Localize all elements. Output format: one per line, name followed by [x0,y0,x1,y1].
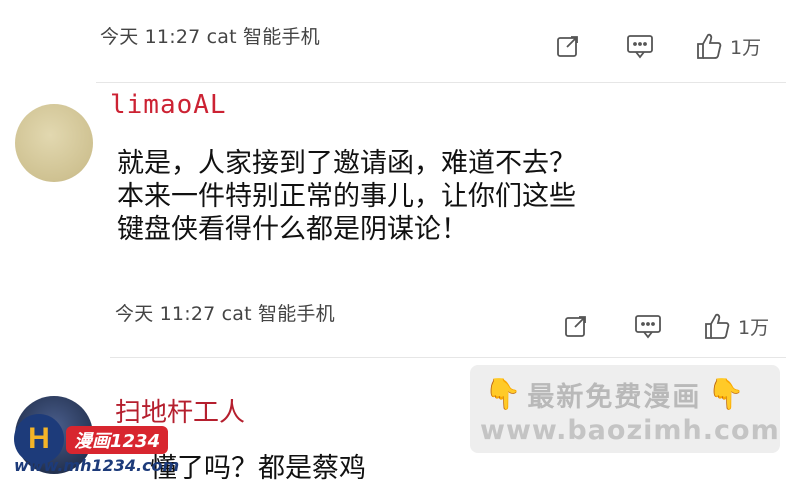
like-count: 1万 [730,36,762,59]
comment-2-meta: 今天 11:27 cat 智能手机 [115,303,335,325]
site-logo: H 漫画1234 www.mh1234.com [14,412,204,475]
comment-2-actions: 1万 [560,310,769,342]
logo-badge: 漫画1234 [66,426,169,454]
pointing-down-hand-icon: 👇 [484,377,522,412]
share-button[interactable] [552,30,584,62]
comment-icon [627,35,653,59]
pointing-down-hand-icon: 👇 [707,377,745,412]
comment-1-meta: 今天 11:27 cat 智能手机 [100,26,320,48]
divider [96,82,786,83]
watermark: 👇 最新免费漫画 👇 www.baozimh.com [470,365,780,453]
username[interactable]: limaoAL [110,90,227,120]
watermark-url: www.baozimh.com [480,415,780,446]
divider [110,357,786,358]
logo-mark: H [28,422,50,455]
thumbs-up-icon [697,33,722,59]
share-icon [565,316,586,337]
avatar[interactable] [15,104,93,182]
comment-1-actions: 1万 [552,30,761,62]
like-button[interactable]: 1万 [694,30,761,62]
logo-badge-text: 漫画1234 [74,431,161,452]
comment-text-line: 键盘侠看得什么都是阴谋论！ [117,214,468,245]
thumbs-up-icon [705,313,730,339]
watermark-title: 最新免费漫画 [527,382,702,413]
comment-text: 就是，人家接到了邀请函，难道不去？ 本来一件特别正常的事儿，让你们这些 键盘侠看… [117,147,576,246]
watermark-line-1: 👇 最新免费漫画 👇 [484,375,745,414]
comment-button[interactable] [632,310,664,342]
like-button[interactable]: 1万 [702,310,769,342]
share-icon [557,36,578,57]
comment-icon [635,315,661,339]
logo-url: www.mh1234.com [14,456,180,475]
share-button[interactable] [560,310,592,342]
like-count: 1万 [738,316,770,339]
comment-button[interactable] [624,30,656,62]
comment-text-line: 本来一件特别正常的事儿，让你们这些 [117,181,576,212]
comment-text-line: 就是，人家接到了邀请函，难道不去？ [117,148,576,179]
